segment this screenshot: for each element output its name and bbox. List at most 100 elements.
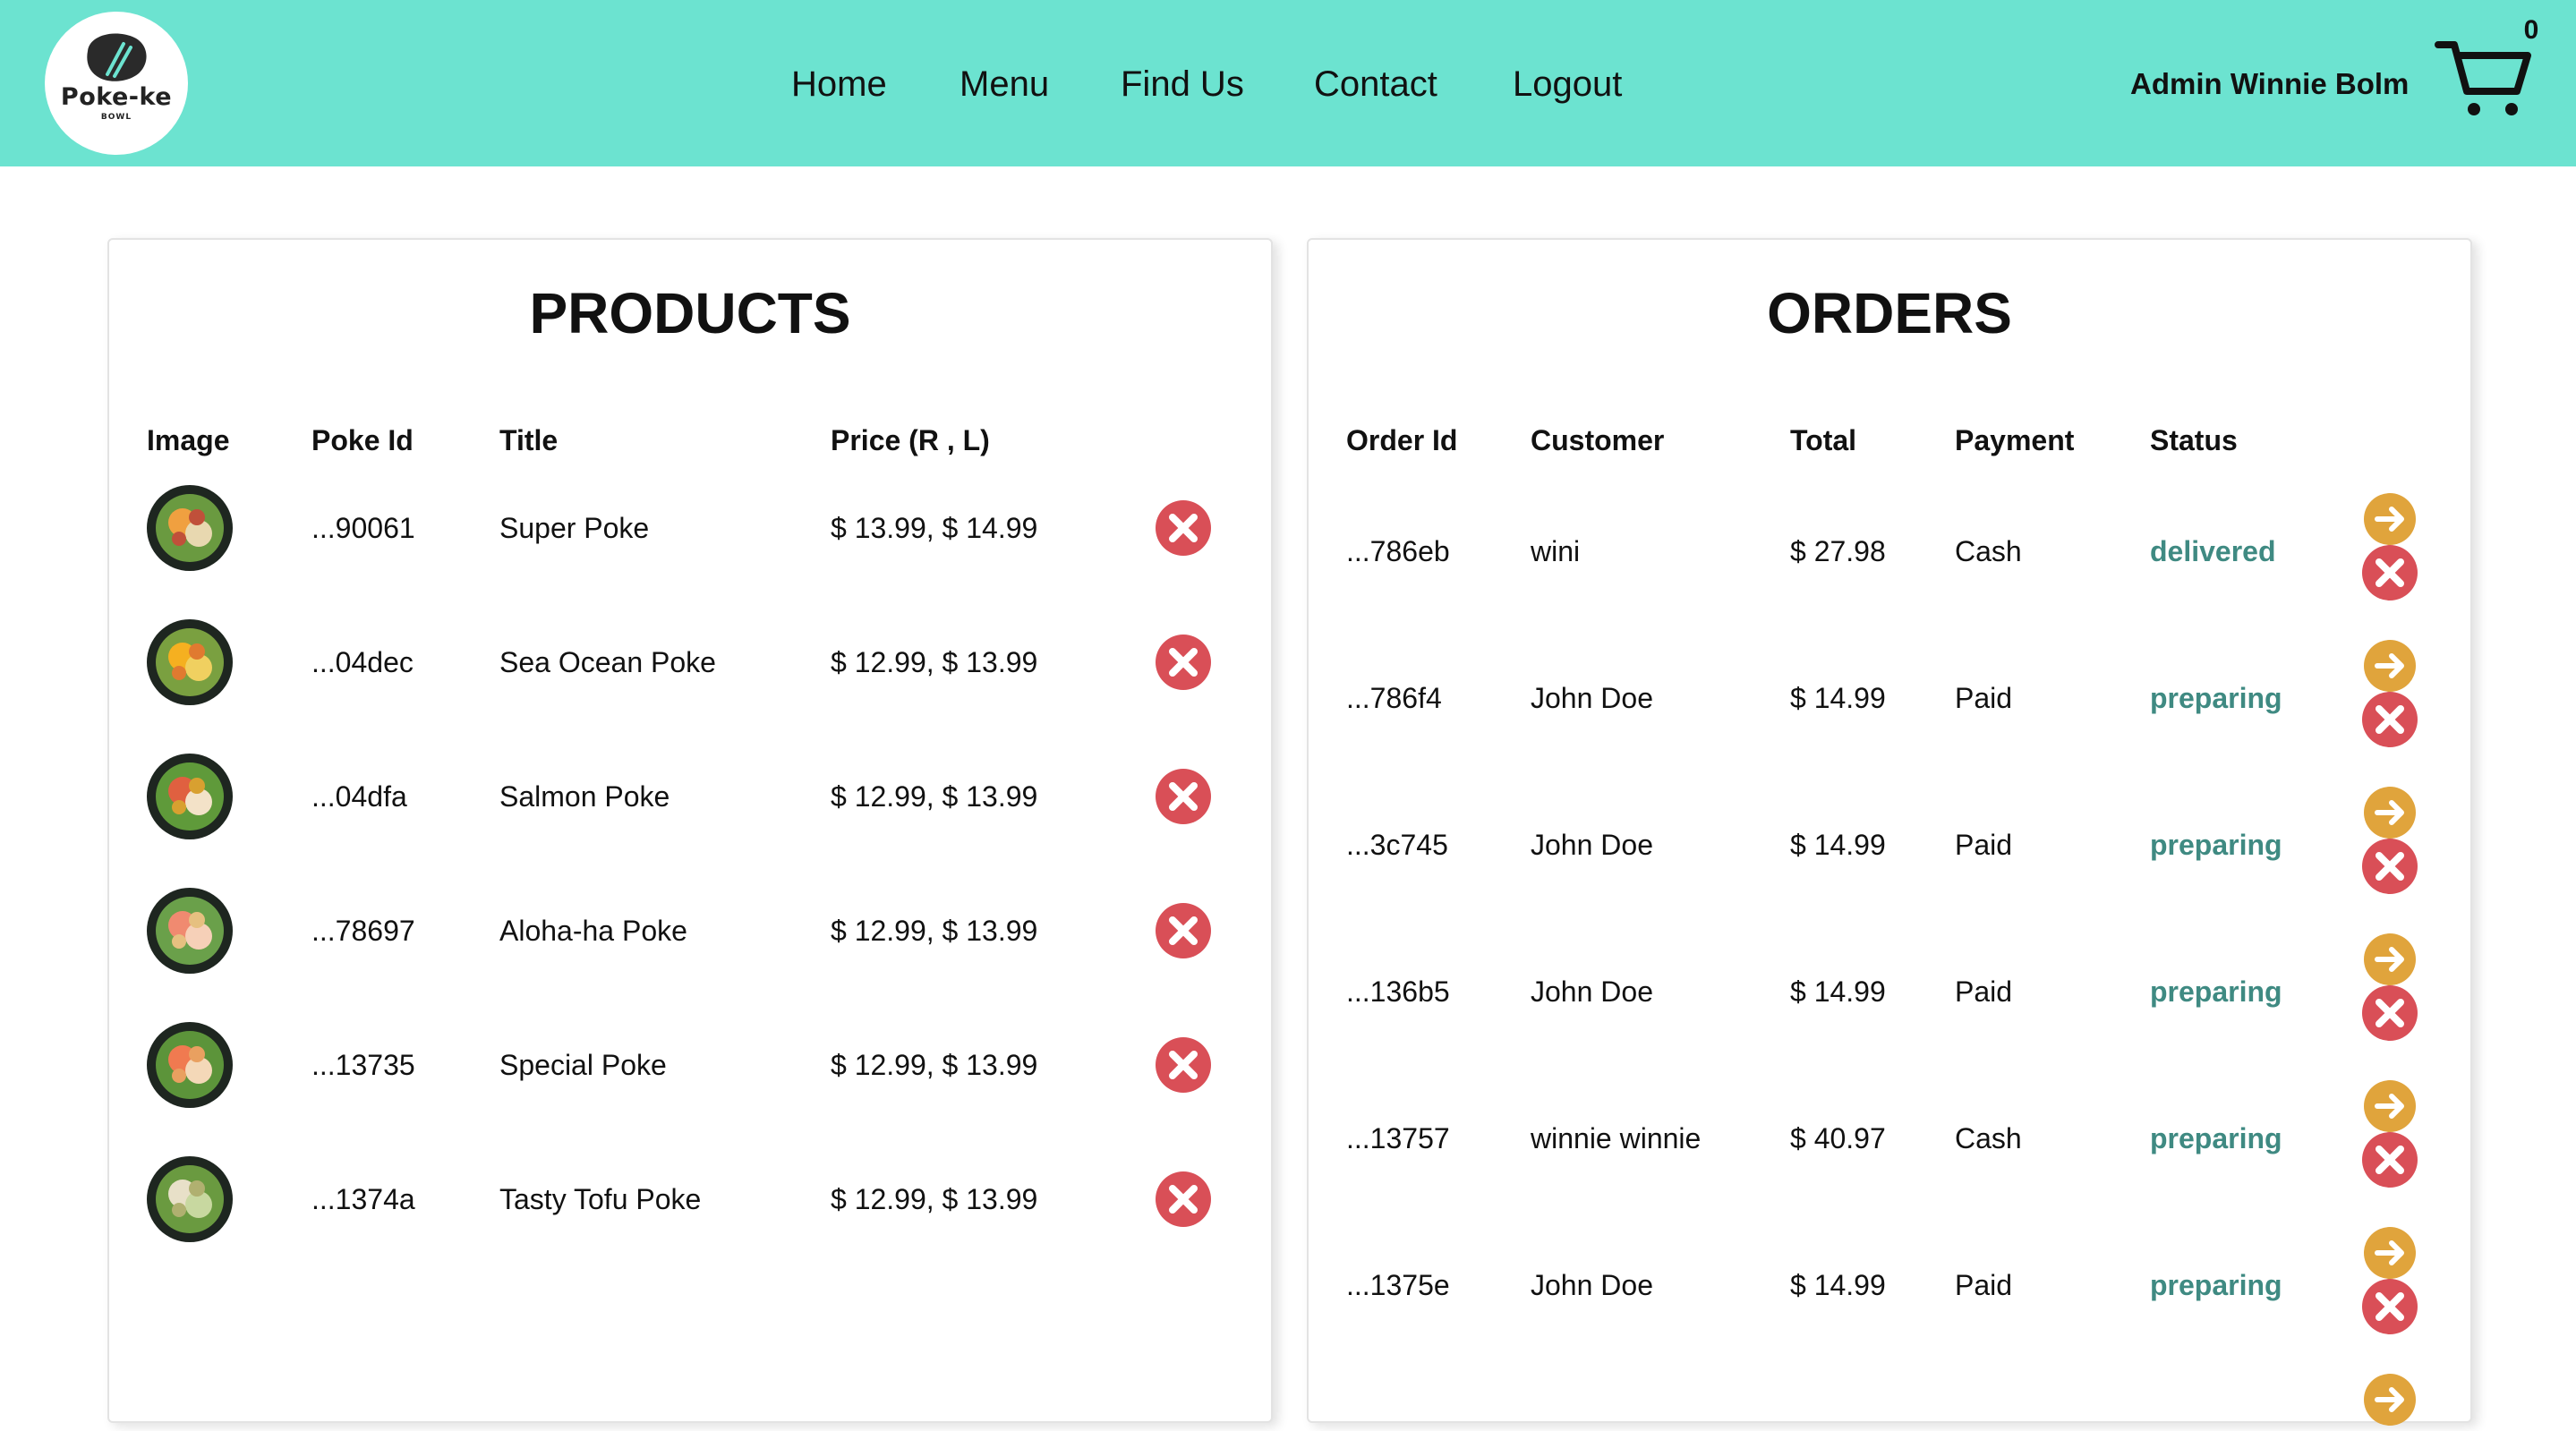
- order-status: preparing: [2150, 829, 2282, 861]
- order-id: ...13757: [1346, 1122, 1450, 1154]
- product-title: Salmon Poke: [499, 780, 670, 813]
- order-row: ...1375e John Doe $ 14.99 Paid preparing: [1309, 1217, 2470, 1364]
- product-title: Sea Ocean Poke: [499, 646, 716, 678]
- delete-order-button[interactable]: [2361, 1131, 2418, 1188]
- delete-product-button[interactable]: [1155, 1171, 1212, 1228]
- advance-status-button[interactable]: [2363, 639, 2417, 693]
- close-circle-icon: [1155, 903, 1212, 963]
- delete-order-button[interactable]: [2361, 1278, 2418, 1335]
- advance-status-button[interactable]: [2363, 1373, 2417, 1427]
- cart-count-badge: 0: [2523, 15, 2539, 45]
- order-customer: winnie winnie: [1531, 1122, 1702, 1154]
- order-customer: John Doe: [1531, 829, 1653, 861]
- product-image: [147, 1022, 233, 1108]
- order-customer: John Doe: [1531, 1269, 1653, 1301]
- order-status: preparing: [2150, 1269, 2282, 1301]
- product-image: [147, 485, 233, 571]
- advance-status-button[interactable]: [2363, 1079, 2417, 1133]
- order-row: ...786f4 John Doe $ 14.99 Paid preparing: [1309, 630, 2470, 777]
- product-id: ...1374a: [311, 1183, 415, 1215]
- advance-status-button[interactable]: [2363, 786, 2417, 839]
- products-panel: PRODUCTS Image Poke Id Title Price (R , …: [107, 238, 1273, 1423]
- nav-find-us[interactable]: Find Us: [1121, 59, 1244, 109]
- product-image: [147, 754, 233, 839]
- nav-logout[interactable]: Logout: [1513, 59, 1622, 109]
- close-circle-icon: [1155, 635, 1212, 694]
- product-id: ...13735: [311, 1049, 415, 1081]
- close-circle-icon: [2361, 692, 2418, 752]
- order-status: preparing: [2150, 1122, 2282, 1154]
- product-row: ...1374a Tasty Tofu Poke $ 12.99, $ 13.99: [109, 1146, 1271, 1280]
- order-total: $ 14.99: [1790, 1269, 1886, 1301]
- advance-status-button[interactable]: [2363, 933, 2417, 986]
- admin-user-name: Admin Winnie Bolm: [2130, 67, 2410, 100]
- order-payment: Paid: [1955, 975, 2013, 1008]
- close-circle-icon: [1155, 769, 1212, 829]
- products-title: PRODUCTS: [529, 281, 851, 345]
- product-price: $ 13.99, $ 14.99: [831, 512, 1038, 544]
- orders-title: ORDERS: [1767, 281, 2012, 345]
- delete-product-button[interactable]: [1155, 902, 1212, 959]
- order-row: ...3c745 John Doe $ 14.99 Paid preparing: [1309, 777, 2470, 924]
- order-status: delivered: [2150, 535, 2276, 567]
- product-image: [147, 1156, 233, 1242]
- product-price: $ 12.99, $ 13.99: [831, 915, 1038, 947]
- col-title: Title: [499, 424, 559, 456]
- delete-product-button[interactable]: [1155, 1036, 1212, 1094]
- close-circle-icon: [2361, 985, 2418, 1045]
- product-price: $ 12.99, $ 13.99: [831, 1049, 1038, 1081]
- order-row: ...786eb wini $ 27.98 Cash delivered: [1309, 483, 2470, 630]
- order-row: ...136b5 John Doe $ 14.99 Paid preparing: [1309, 924, 2470, 1070]
- col-price: Price (R , L): [831, 424, 990, 456]
- nav-home[interactable]: Home: [791, 59, 887, 109]
- col-poke-id: Poke Id: [311, 424, 414, 456]
- order-row: ...13757 winnie winnie $ 40.97 Cash preparin…: [1309, 1070, 2470, 1217]
- product-title: Special Poke: [499, 1049, 667, 1081]
- order-total: $ 27.98: [1790, 535, 1886, 567]
- product-title: Super Poke: [499, 512, 650, 544]
- close-circle-icon: [2361, 1132, 2418, 1192]
- top-header: Poke-ke BOWL Home Menu Find Us Contact L…: [0, 0, 2576, 166]
- product-row: ...04dfa Salmon Poke $ 12.99, $ 13.99: [109, 743, 1271, 877]
- order-payment: Cash: [1955, 1122, 2022, 1154]
- delete-product-button[interactable]: [1155, 499, 1212, 557]
- product-title: Aloha-ha Poke: [499, 915, 687, 947]
- order-payment: Paid: [1955, 829, 2013, 861]
- order-id: ...3c745: [1346, 829, 1448, 861]
- order-customer: wini: [1531, 535, 1581, 567]
- advance-status-button[interactable]: [2363, 492, 2417, 546]
- delete-product-button[interactable]: [1155, 634, 1212, 691]
- delete-order-button[interactable]: [2361, 691, 2418, 748]
- product-title: Tasty Tofu Poke: [499, 1183, 702, 1215]
- product-id: ...78697: [311, 915, 415, 947]
- delete-order-button[interactable]: [2361, 838, 2418, 895]
- delete-order-button[interactable]: [2361, 544, 2418, 601]
- order-payment: Paid: [1955, 1269, 2013, 1301]
- advance-status-button[interactable]: [2363, 1226, 2417, 1280]
- nav-menu[interactable]: Menu: [960, 59, 1049, 109]
- delete-order-button[interactable]: [2361, 984, 2418, 1042]
- product-image: [147, 619, 233, 705]
- product-id: ...90061: [311, 512, 415, 544]
- close-circle-icon: [1155, 500, 1212, 560]
- col-status: Status: [2150, 424, 2238, 456]
- close-circle-icon: [2361, 839, 2418, 899]
- order-status: preparing: [2150, 975, 2282, 1008]
- order-customer: John Doe: [1531, 975, 1653, 1008]
- order-total: $ 14.99: [1790, 829, 1886, 861]
- arrow-right-icon: [2363, 1374, 2417, 1430]
- delete-product-button[interactable]: [1155, 768, 1212, 825]
- order-total: $ 14.99: [1790, 682, 1886, 714]
- order-total: $ 40.97: [1790, 1122, 1886, 1154]
- col-payment: Payment: [1955, 424, 2075, 456]
- product-row: ...04dec Sea Ocean Poke $ 12.99, $ 13.99: [109, 609, 1271, 743]
- col-order-id: Order Id: [1346, 424, 1458, 456]
- product-price: $ 12.99, $ 13.99: [831, 780, 1038, 813]
- col-image: Image: [147, 424, 230, 456]
- nav-contact[interactable]: Contact: [1314, 59, 1437, 109]
- order-total: $ 14.99: [1790, 975, 1886, 1008]
- orders-panel: ORDERS Order Id Customer Total Payment S…: [1307, 238, 2472, 1426]
- col-total: Total: [1790, 424, 1857, 456]
- close-circle-icon: [1155, 1171, 1212, 1231]
- order-id: ...786f4: [1346, 682, 1442, 714]
